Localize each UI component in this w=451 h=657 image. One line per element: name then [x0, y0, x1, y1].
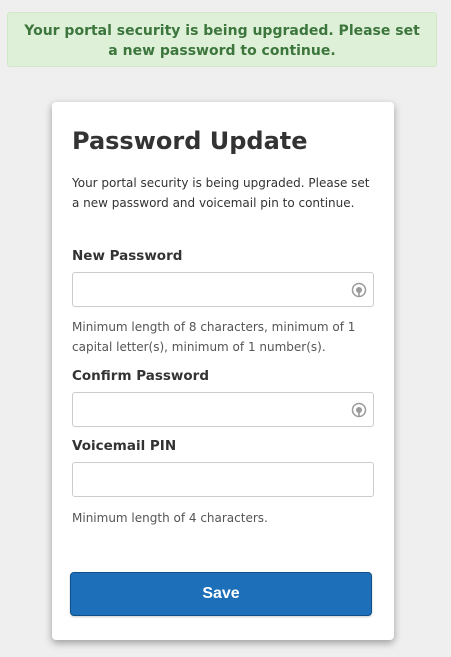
new-password-help: Minimum length of 8 characters, minimum …	[72, 320, 356, 354]
security-upgrade-alert: Your portal security is being upgraded. …	[7, 12, 437, 67]
intro-text: Your portal security is being upgraded. …	[72, 176, 370, 210]
password-update-card: Password Update Your portal security is …	[52, 102, 394, 640]
new-password-label: New Password	[72, 248, 183, 264]
alert-text: Your portal security is being upgraded. …	[24, 23, 420, 59]
voicemail-pin-label: Voicemail PIN	[72, 438, 177, 454]
confirm-password-input[interactable]	[73, 393, 338, 426]
voicemail-pin-input[interactable]	[73, 463, 338, 496]
page-title: Password Update	[72, 127, 308, 155]
confirm-password-field[interactable]	[72, 392, 374, 427]
voicemail-pin-field[interactable]	[72, 462, 374, 497]
new-password-input[interactable]	[73, 273, 338, 306]
password-manager-icon[interactable]	[351, 402, 367, 418]
password-manager-icon[interactable]	[351, 282, 367, 298]
save-button[interactable]: Save	[70, 572, 372, 616]
new-password-field[interactable]	[72, 272, 374, 307]
confirm-password-label: Confirm Password	[72, 368, 210, 384]
voicemail-pin-help: Minimum length of 4 characters.	[72, 511, 268, 525]
